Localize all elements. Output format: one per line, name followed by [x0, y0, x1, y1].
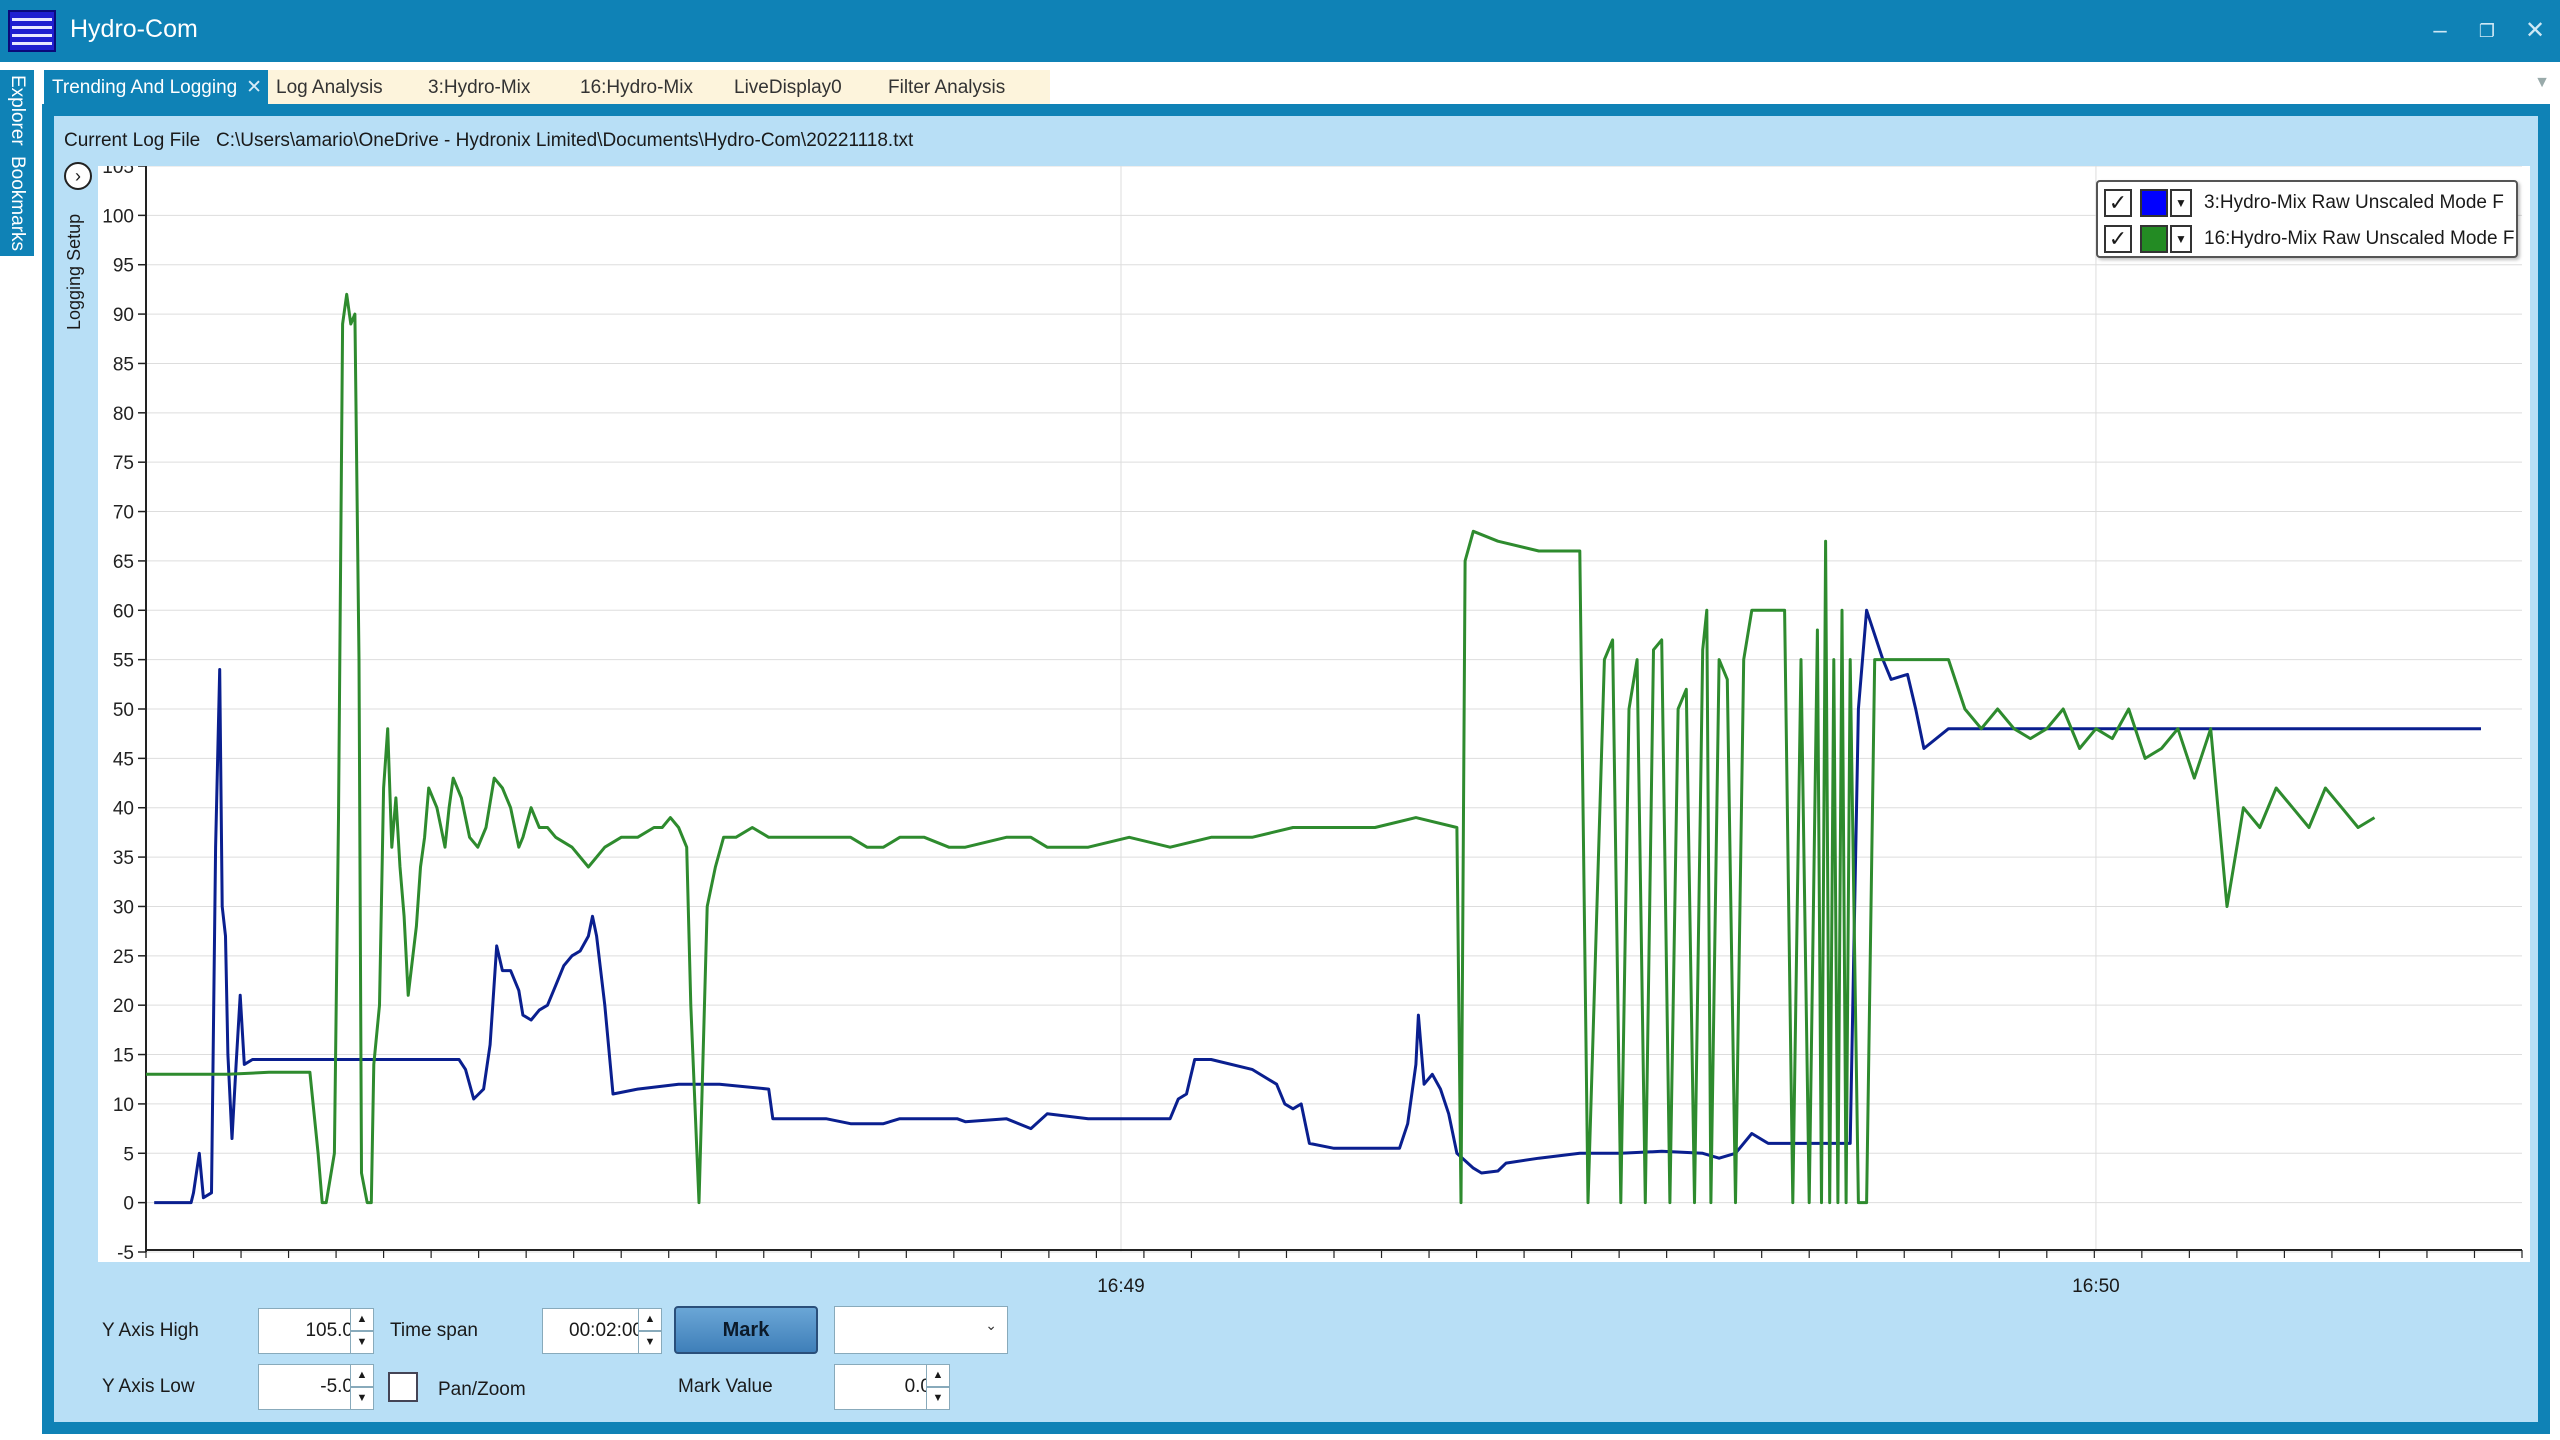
mark-value-label: Mark Value: [678, 1376, 773, 1397]
x-tick-label: 16:49: [1097, 1276, 1145, 1297]
increment-icon[interactable]: ▲: [350, 1308, 374, 1331]
y-tick-label: 70: [113, 503, 134, 524]
series-1-visible-checkbox[interactable]: ✓: [2104, 189, 2132, 217]
y-tick-label: 40: [113, 799, 134, 820]
app-title: Hydro-Com: [70, 15, 198, 43]
app-menu-icon[interactable]: [8, 10, 56, 52]
y-axis-low-input[interactable]: -5.0: [258, 1364, 360, 1410]
y-tick-label: 90: [113, 305, 134, 326]
y-tick-label: 85: [113, 354, 134, 375]
chevron-right-icon[interactable]: ›: [64, 162, 92, 190]
x-tick-label: 16:50: [2072, 1276, 2120, 1297]
y-tick-label: 35: [113, 848, 134, 869]
close-button[interactable]: ✕: [2518, 14, 2552, 48]
increment-icon[interactable]: ▲: [638, 1308, 662, 1331]
chevron-down-icon: ⌄: [985, 1317, 997, 1333]
tab-log-analysis[interactable]: Log Analysis: [268, 70, 420, 106]
tab-live-display[interactable]: LiveDisplay0: [726, 70, 880, 106]
decrement-icon[interactable]: ▼: [638, 1331, 662, 1354]
increment-icon[interactable]: ▲: [350, 1364, 374, 1387]
current-log-file-label: Current Log File: [64, 130, 201, 151]
trending-content: Current Log File C:\Users\amario\OneDriv…: [54, 116, 2538, 1422]
tab-close-icon[interactable]: ✕: [246, 70, 262, 106]
y-tick-label: 15: [113, 1046, 134, 1067]
chart-legend: ✓ ▼ 3:Hydro-Mix Raw Unscaled Mode F ✓ ▼ …: [2096, 180, 2518, 258]
minimize-button[interactable]: –: [2423, 14, 2457, 48]
decrement-icon[interactable]: ▼: [350, 1331, 374, 1354]
trend-chart[interactable]: -5 0 5 10 15 20 25 30 35 40 45 50 55 60 65 70 75 80 85 90 95…: [98, 166, 2530, 1262]
tab-menu-icon[interactable]: ▼: [2534, 74, 2550, 92]
decrement-icon[interactable]: ▼: [926, 1387, 950, 1410]
y-axis-high-spinner[interactable]: ▲ ▼: [350, 1308, 374, 1354]
time-span-input[interactable]: 00:02:00: [542, 1308, 650, 1354]
time-span-spinner[interactable]: ▲ ▼: [638, 1308, 662, 1354]
series-1-color-dropdown[interactable]: ▼: [2170, 189, 2192, 217]
trend-chart-svg: -5 0 5 10 15 20 25 30 35 40 45 50 55 60 65 70 75 80 85 90 95…: [102, 166, 2523, 1262]
y-tick-label: 20: [113, 996, 134, 1017]
y-tick-label: 5: [123, 1144, 134, 1165]
title-bar: Hydro-Com – ❐ ✕: [0, 0, 2560, 62]
y-tick-label: 100: [102, 206, 134, 227]
series-1-label: 3:Hydro-Mix Raw Unscaled Mode F: [2204, 192, 2504, 213]
y-tick-label: 60: [113, 601, 134, 622]
current-log-file-path: C:\Users\amario\OneDrive - Hydronix Limi…: [216, 130, 914, 151]
y-tick-label: 95: [113, 256, 134, 277]
tab-trending-and-logging[interactable]: Trending And Logging ✕: [44, 70, 268, 106]
mark-value-input[interactable]: 0.0: [834, 1364, 938, 1410]
time-span-label: Time span: [390, 1320, 478, 1341]
decrement-icon[interactable]: ▼: [350, 1387, 374, 1410]
logging-setup-toggle[interactable]: › Logging Setup: [58, 160, 96, 380]
logging-setup-label: Logging Setup: [64, 213, 84, 330]
pan-zoom-label: Pan/Zoom: [438, 1379, 526, 1400]
pan-zoom-checkbox[interactable]: [388, 1372, 418, 1402]
mark-value-spinner[interactable]: ▲ ▼: [926, 1364, 950, 1410]
y-axis-low-label: Y Axis Low: [102, 1376, 195, 1397]
series-1-color-swatch[interactable]: [2140, 189, 2168, 217]
y-axis-low-spinner[interactable]: ▲ ▼: [350, 1364, 374, 1410]
y-tick-label: 0: [123, 1194, 134, 1215]
y-tick-label: 80: [113, 404, 134, 425]
y-tick-label: -5: [117, 1243, 134, 1262]
y-tick-label: 65: [113, 552, 134, 573]
left-dock: Explorer Bookmarks: [0, 70, 34, 256]
y-tick-label: 50: [113, 700, 134, 721]
y-tick-label: 45: [113, 749, 134, 770]
legend-item-series-1: ✓ ▼ 3:Hydro-Mix Raw Unscaled Mode F: [2104, 186, 2514, 220]
tab-16-hydro-mix[interactable]: 16:Hydro-Mix: [572, 70, 726, 106]
mark-button[interactable]: Mark: [674, 1306, 818, 1354]
series-2-visible-checkbox[interactable]: ✓: [2104, 225, 2132, 253]
tab-3-hydro-mix[interactable]: 3:Hydro-Mix: [420, 70, 572, 106]
y-tick-label: 10: [113, 1095, 134, 1116]
y-tick-label: 25: [113, 947, 134, 968]
series-2-color-dropdown[interactable]: ▼: [2170, 225, 2192, 253]
y-tick-label: 75: [113, 453, 134, 474]
legend-item-series-2: ✓ ▼ 16:Hydro-Mix Raw Unscaled Mode F: [2104, 222, 2514, 256]
series-2-label: 16:Hydro-Mix Raw Unscaled Mode F: [2204, 228, 2515, 249]
y-tick-label: 30: [113, 897, 134, 918]
bookmarks-tab[interactable]: Bookmarks: [2, 154, 32, 254]
mark-type-select[interactable]: ⌄: [834, 1306, 1008, 1354]
tab-filter-analysis[interactable]: Filter Analysis: [880, 70, 1050, 106]
tab-label: Trending And Logging: [52, 77, 238, 98]
trending-panel: Current Log File C:\Users\amario\OneDriv…: [42, 104, 2550, 1434]
y-tick-label: 105: [102, 166, 134, 178]
y-axis-high-label: Y Axis High: [102, 1320, 199, 1341]
y-axis-high-input[interactable]: 105.0: [258, 1308, 360, 1354]
restore-button[interactable]: ❐: [2470, 14, 2504, 48]
increment-icon[interactable]: ▲: [926, 1364, 950, 1387]
explorer-tab[interactable]: Explorer: [2, 70, 32, 150]
y-tick-label: 55: [113, 651, 134, 672]
series-2-color-swatch[interactable]: [2140, 225, 2168, 253]
document-tabs: Trending And Logging ✕ Log Analysis 3:Hy…: [44, 70, 2560, 106]
